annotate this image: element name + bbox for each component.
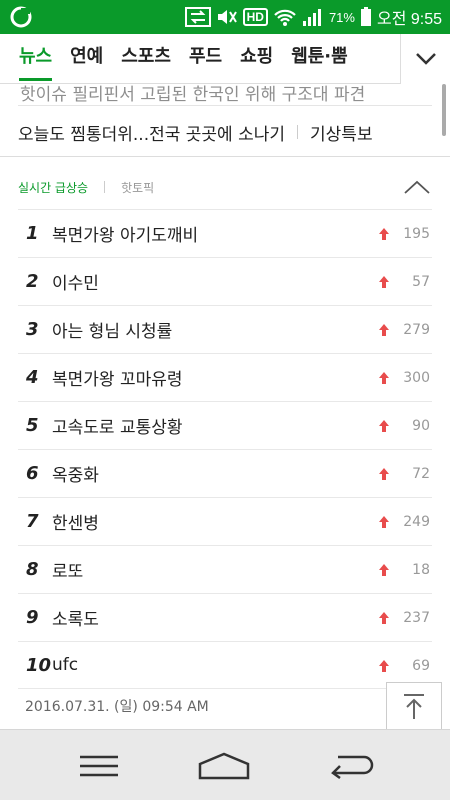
app-logo-icon	[10, 6, 32, 28]
rank-number: 5	[26, 415, 39, 436]
scrollbar-thumb[interactable]	[442, 84, 446, 136]
back-button[interactable]	[321, 748, 381, 784]
rank-count: 18	[412, 562, 430, 578]
home-icon	[198, 752, 250, 780]
up-arrow-icon	[379, 276, 389, 288]
tab-shopping[interactable]: 쇼핑	[231, 34, 282, 84]
up-arrow-icon	[379, 660, 389, 672]
rank-count: 249	[403, 514, 430, 530]
rank-keyword[interactable]: 한센병	[52, 509, 99, 534]
ranking-item[interactable]: 3 아는 형님 시청률 279	[18, 305, 432, 353]
rank-keyword[interactable]: ufc	[52, 655, 78, 675]
scroll-to-top-button[interactable]	[386, 682, 442, 729]
volume-muted-icon	[216, 6, 238, 28]
rank-count: 195	[403, 226, 430, 242]
tab-entertainment[interactable]: 연예	[61, 34, 112, 84]
headline-row[interactable]: 오늘도 찜통더위...전국 곳곳에 소나기 기상특보	[18, 114, 373, 150]
divider	[297, 125, 299, 139]
status-bar: HD 71% 오전 9:55	[0, 0, 450, 34]
headline-link[interactable]: 오늘도 찜통더위...전국 곳곳에 소나기	[18, 120, 285, 145]
home-button[interactable]	[194, 748, 254, 784]
rank-keyword[interactable]: 복면가왕 아기도깨비	[52, 221, 198, 246]
up-arrow-icon	[379, 372, 389, 384]
up-arrow-icon	[379, 516, 389, 528]
rank-count: 90	[412, 418, 430, 434]
ranking-item[interactable]: 10 ufc 69	[18, 641, 432, 689]
tab-expand-button[interactable]	[400, 34, 450, 84]
clock: 오전 9:55	[376, 11, 442, 28]
arrow-to-top-icon	[404, 694, 424, 719]
hd-voice-icon: HD	[242, 6, 268, 28]
rank-keyword[interactable]: 고속도로 교통상황	[52, 413, 183, 438]
ranking-item[interactable]: 7 한센병 249	[18, 497, 432, 545]
ranking-item[interactable]: 5 고속도로 교통상황 90	[18, 401, 432, 449]
tab-food[interactable]: 푸드	[180, 34, 231, 84]
chevron-up-icon	[404, 180, 430, 194]
headline-tag-link[interactable]: 기상특보	[310, 120, 373, 145]
signal-icon	[302, 6, 324, 28]
ranking-item[interactable]: 6 옥중화 72	[18, 449, 432, 497]
rank-number: 9	[26, 607, 39, 628]
ranking-item[interactable]: 1 복면가왕 아기도깨비 195	[18, 209, 432, 257]
rank-count: 72	[412, 466, 430, 482]
rank-number: 8	[26, 559, 39, 580]
rank-number: 10	[26, 654, 52, 676]
section-divider	[0, 156, 450, 157]
battery-percent: 71%	[328, 9, 355, 25]
rank-count: 279	[403, 322, 430, 338]
up-arrow-icon	[379, 324, 389, 336]
divider	[104, 181, 106, 193]
back-icon	[331, 755, 374, 779]
data-transfer-icon	[184, 6, 211, 28]
up-arrow-icon	[379, 612, 389, 624]
ranking-list: 1 복면가왕 아기도깨비 195 2 이수민 57 3 아는 형님 시청률 27…	[18, 209, 432, 689]
rank-keyword[interactable]: 이수민	[52, 269, 99, 294]
tab-sports[interactable]: 스포츠	[112, 34, 180, 84]
content-area[interactable]: 핫이슈 필리핀서 고립된 한국인 위해 구조대 파견 오늘도 찜통더위...전국…	[0, 84, 450, 729]
menu-button[interactable]	[69, 748, 129, 784]
ranking-item[interactable]: 4 복면가왕 꼬마유령 300	[18, 353, 432, 401]
menu-icon	[80, 755, 118, 777]
rank-keyword[interactable]: 아는 형님 시청률	[52, 317, 172, 342]
rank-keyword[interactable]: 옥중화	[52, 461, 99, 486]
rank-number: 7	[26, 511, 39, 532]
tab-webtoon[interactable]: 웹툰·뿜	[282, 34, 357, 84]
collapse-button[interactable]	[402, 174, 432, 200]
clipped-headline[interactable]: 핫이슈 필리핀서 고립된 한국인 위해 구조대 파견	[20, 84, 365, 105]
up-arrow-icon	[379, 564, 389, 576]
up-arrow-icon	[379, 420, 389, 432]
ranking-item[interactable]: 8 로또 18	[18, 545, 432, 593]
ranking-header: 실시간 급상승 핫토픽	[18, 172, 432, 202]
rank-count: 300	[403, 370, 430, 386]
up-arrow-icon	[379, 468, 389, 480]
rank-number: 4	[26, 367, 39, 388]
battery-icon	[360, 6, 372, 28]
chevron-down-icon	[415, 53, 436, 65]
ranking-item[interactable]: 2 이수민 57	[18, 257, 432, 305]
up-arrow-icon	[379, 228, 389, 240]
rank-number: 1	[26, 223, 39, 244]
tab-hot-topic[interactable]: 핫토픽	[121, 179, 154, 196]
ranking-item[interactable]: 9 소록도 237	[18, 593, 432, 641]
wifi-icon	[273, 6, 297, 28]
system-nav-bar	[0, 729, 450, 800]
rank-count: 57	[412, 274, 430, 290]
rank-keyword[interactable]: 복면가왕 꼬마유령	[52, 365, 183, 390]
tab-realtime-rising[interactable]: 실시간 급상승	[18, 179, 88, 196]
rank-keyword[interactable]: 소록도	[52, 605, 99, 630]
rank-number: 3	[26, 319, 39, 340]
ranking-timestamp: 2016.07.31. (일) 09:54 AM	[25, 699, 209, 715]
divider	[18, 105, 432, 106]
rank-keyword[interactable]: 로또	[52, 557, 83, 582]
rank-number: 6	[26, 463, 39, 484]
rank-number: 2	[26, 271, 39, 292]
rank-count: 237	[403, 610, 430, 626]
category-tab-bar: 뉴스 연예 스포츠 푸드 쇼핑 웹툰·뿜	[0, 34, 450, 84]
tab-news[interactable]: 뉴스	[10, 34, 61, 84]
